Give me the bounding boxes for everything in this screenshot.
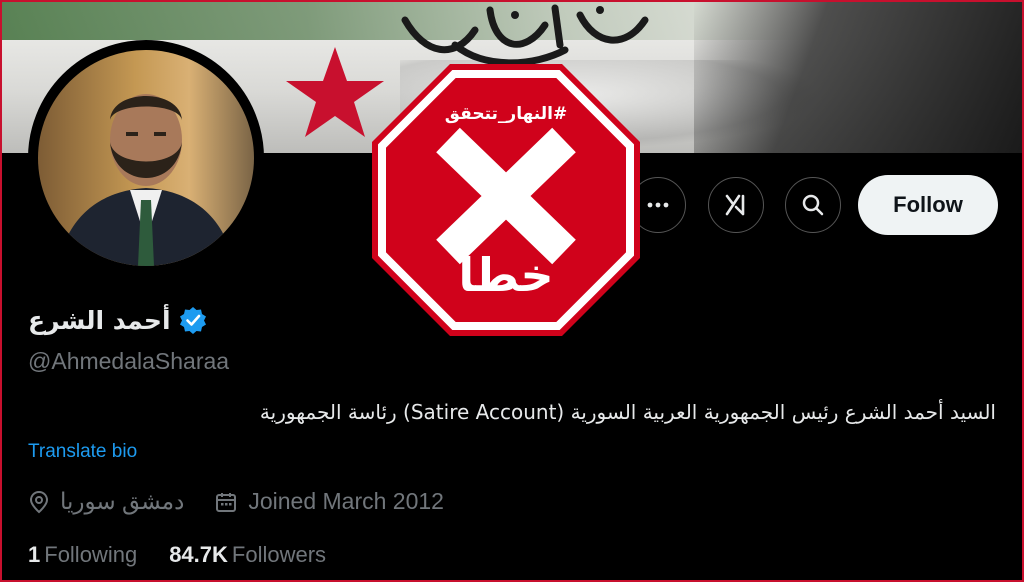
display-name: أحمد الشرع — [28, 305, 171, 335]
verified-badge-icon[interactable] — [179, 306, 207, 334]
followers-count: 84.7K — [169, 542, 228, 567]
following-label: Following — [44, 542, 138, 567]
grok-button[interactable] — [708, 177, 764, 233]
stamp-hashtag: #النهار_تتحقق — [444, 104, 568, 124]
followers-label: Followers — [231, 542, 327, 567]
translate-bio-link[interactable]: Translate bio — [28, 441, 137, 463]
location-pin-icon — [29, 490, 49, 513]
profile-meta: دمشق سوريا Joined March 2012 — [28, 488, 474, 515]
display-name-row: أحمد الشرع — [28, 300, 207, 340]
joined-item: Joined March 2012 — [214, 488, 444, 515]
stamp-verdict-word: خطأ — [458, 248, 554, 302]
calligraphy-graphic — [401, 4, 649, 67]
location-item: دمشق سوريا — [28, 488, 184, 515]
following-link[interactable]: 1 Following — [28, 542, 137, 568]
follow-stats: 1 Following 84.7K Followers — [28, 542, 326, 568]
follow-button[interactable]: Follow — [858, 175, 998, 235]
avatar-photo — [38, 50, 254, 266]
search-button[interactable] — [785, 177, 841, 233]
grok-icon — [725, 194, 745, 216]
bio-text: السيد أحمد الشرع رئيس الجمهورية العربية … — [259, 400, 996, 424]
following-count: 1 — [28, 542, 41, 567]
calendar-icon — [216, 492, 237, 512]
flag-black-stripe — [694, 0, 1024, 153]
followers-link[interactable]: 84.7K Followers — [169, 542, 326, 568]
more-icon — [647, 202, 669, 208]
avatar[interactable] — [28, 40, 264, 276]
location-text: دمشق سوريا — [60, 488, 185, 514]
person-portrait-icon — [58, 94, 234, 266]
fact-check-stamp: #النهار_تتحقق خطأ — [370, 62, 642, 338]
handle: @AhmedalaSharaa — [28, 348, 230, 374]
search-icon — [802, 194, 824, 216]
joined-text: Joined March 2012 — [248, 488, 444, 514]
